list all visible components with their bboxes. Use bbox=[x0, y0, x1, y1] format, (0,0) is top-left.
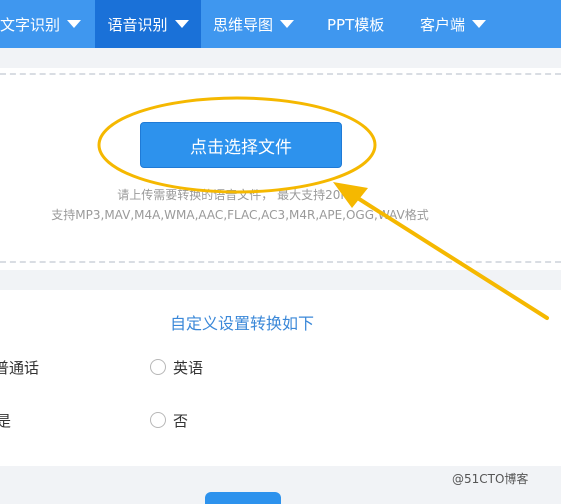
nav-item-ppt-templates[interactable]: PPT模板 bbox=[327, 0, 384, 48]
select-file-button[interactable]: 点击选择文件 bbox=[140, 122, 342, 168]
top-nav: 文字识别 语音识别 思维导图 PPT模板 客户端 bbox=[0, 0, 561, 48]
upload-hint-formats: 支持MP3,MAV,M4A,WMA,AAC,FLAC,AC3,M4R,APE,O… bbox=[51, 208, 429, 222]
option-english-label[interactable]: 英语 bbox=[173, 357, 203, 378]
nav-item-label: 思维导图 bbox=[213, 15, 274, 34]
option-mandarin-label[interactable]: 普通话 bbox=[0, 357, 39, 378]
settings-title: 自定义设置转换如下 bbox=[169, 314, 314, 333]
nav-item-label: 文字识别 bbox=[0, 15, 61, 34]
nav-item-label: PPT模板 bbox=[327, 15, 385, 34]
chevron-down-icon bbox=[67, 20, 82, 28]
upload-hint-size: 请上传需要转换的语音文件， 最大支持20M， bbox=[117, 188, 363, 202]
radio-icon[interactable] bbox=[150, 412, 166, 428]
nav-item-speech-recognition[interactable]: 语音识别 bbox=[95, 0, 201, 48]
radio-icon[interactable] bbox=[150, 359, 166, 375]
chevron-down-icon bbox=[174, 20, 189, 28]
dashed-border-bottom bbox=[0, 261, 561, 263]
chevron-down-icon bbox=[472, 20, 487, 28]
watermark: @51CTO博客 bbox=[452, 472, 529, 486]
nav-item-text-recognition[interactable]: 文字识别 bbox=[0, 0, 87, 48]
chevron-down-icon bbox=[280, 20, 295, 28]
nav-item-label: 语音识别 bbox=[107, 15, 168, 34]
upload-panel bbox=[0, 68, 561, 270]
option-yes-label[interactable]: 是 bbox=[0, 410, 11, 431]
dashed-border-top bbox=[0, 73, 561, 75]
nav-item-label: 客户端 bbox=[420, 15, 466, 34]
convert-button[interactable] bbox=[205, 492, 281, 504]
nav-item-mind-map[interactable]: 思维导图 bbox=[213, 0, 295, 48]
nav-item-client[interactable]: 客户端 bbox=[420, 0, 487, 48]
option-no-label[interactable]: 否 bbox=[173, 410, 188, 431]
